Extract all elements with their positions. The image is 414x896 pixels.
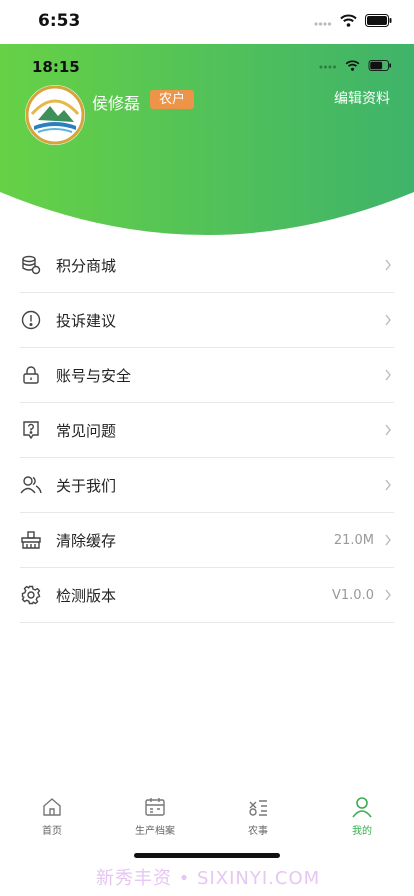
profile-header: 18:15 侯修磊 农户 编辑资料 (0, 44, 414, 240)
chevron-right-icon (385, 589, 391, 601)
inner-status-icons (319, 60, 392, 71)
tab-label: 首页 (42, 826, 62, 837)
tab-mine[interactable]: 我的 (322, 796, 402, 837)
gear-icon (20, 584, 42, 606)
menu-item-label: 常见问题 (56, 421, 117, 440)
cache-size-value: 21.0M (333, 532, 374, 548)
chevron-right-icon (385, 534, 391, 546)
tab-production-records[interactable]: 生产档案 (115, 796, 195, 837)
signal-icon (319, 65, 336, 68)
system-status-icons (314, 14, 392, 27)
bottom-tab-bar: 首页 生产档案 农事 我的 (0, 790, 414, 850)
tab-label: 农事 (248, 826, 268, 837)
menu-item-about-us[interactable]: 关于我们 (20, 458, 394, 513)
home-indicator (134, 853, 280, 858)
home-icon (43, 798, 61, 816)
menu-item-label: 关于我们 (56, 476, 117, 495)
battery-icon (368, 60, 391, 71)
chevron-right-icon (385, 259, 391, 271)
chevron-right-icon (385, 369, 391, 381)
system-status-bar: 6:53 (0, 0, 414, 44)
wifi-icon (340, 14, 357, 27)
battery-icon (365, 14, 392, 27)
inner-status-time: 18:15 (32, 58, 80, 76)
watermark: 新秀丰资 • SIXINYI.COM (96, 868, 321, 889)
settings-menu: 积分商城 投诉建议 账号与安全 常见问题 关于我们 清除缓存 21.0M 检测版… (0, 238, 414, 623)
signal-icon (314, 21, 332, 26)
system-time: 6:53 (38, 11, 81, 31)
avatar-logo-icon (25, 85, 85, 145)
menu-item-account-security[interactable]: 账号与安全 (20, 348, 394, 403)
chevron-right-icon (385, 314, 391, 326)
menu-item-label: 投诉建议 (56, 311, 117, 330)
menu-item-label: 检测版本 (56, 586, 117, 605)
menu-item-label: 清除缓存 (56, 531, 117, 550)
tab-label: 生产档案 (135, 826, 175, 837)
edit-profile-link[interactable]: 编辑资料 (334, 88, 390, 108)
question-icon (20, 419, 42, 441)
database-icon (20, 254, 42, 276)
user-name: 侯修磊 (92, 94, 141, 113)
user-icon (352, 797, 372, 818)
tab-home[interactable]: 首页 (12, 796, 92, 837)
chevron-right-icon (385, 479, 391, 491)
users-icon (20, 474, 42, 496)
menu-item-label: 积分商城 (56, 256, 117, 275)
lock-icon (20, 364, 42, 386)
avatar[interactable] (24, 84, 86, 146)
calendar-icon (145, 798, 165, 816)
exclamation-circle-icon (20, 309, 42, 331)
broom-icon (20, 529, 42, 551)
version-value: V1.0.0 (332, 587, 374, 603)
menu-item-complaints[interactable]: 投诉建议 (20, 293, 394, 348)
menu-item-check-version[interactable]: 检测版本 V1.0.0 (20, 568, 394, 623)
wifi-icon (345, 60, 360, 71)
menu-item-faq[interactable]: 常见问题 (20, 403, 394, 458)
role-badge: 农户 (150, 90, 195, 109)
farm-work-icon (249, 800, 267, 816)
tab-label: 我的 (352, 826, 372, 837)
menu-item-points-mall[interactable]: 积分商城 (20, 238, 394, 293)
menu-item-label: 账号与安全 (56, 366, 132, 385)
tab-farm-work[interactable]: 农事 (218, 796, 298, 837)
menu-item-clear-cache[interactable]: 清除缓存 21.0M (20, 513, 394, 568)
chevron-right-icon (385, 424, 391, 436)
